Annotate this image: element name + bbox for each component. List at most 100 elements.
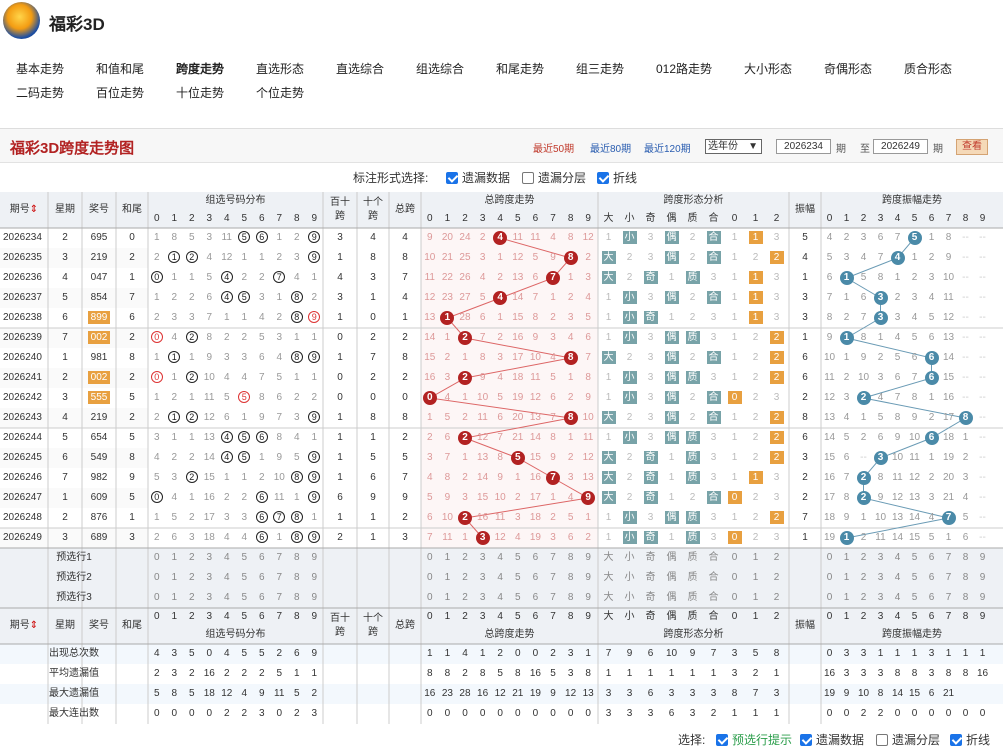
- nav-link-13[interactable]: 百位走势: [96, 84, 144, 101]
- form-cell: 2: [752, 252, 759, 263]
- span-trend-cell: 25: [459, 252, 471, 263]
- amp-trend-cell: 1: [860, 412, 867, 423]
- amp-trend-cell: 12: [942, 312, 955, 323]
- nav-link-0[interactable]: 基本走势: [16, 60, 64, 77]
- range-link-50[interactable]: 最近50期: [533, 140, 574, 155]
- fucai-logo-icon[interactable]: [3, 2, 40, 39]
- nav-link-5[interactable]: 组选综合: [416, 60, 464, 77]
- total-trend-header: 总跨度走势: [484, 195, 535, 206]
- dist-digit-bottom: 8: [293, 611, 300, 622]
- stat-form-cell: 3: [647, 708, 654, 719]
- total-span-cell: 2: [402, 332, 408, 343]
- to-period-input[interactable]: 2026249: [873, 139, 928, 154]
- option-miss-data-bottom[interactable]: 遗漏数据: [800, 731, 864, 748]
- option-line[interactable]: 折线: [597, 169, 637, 186]
- nav-link-2[interactable]: 跨度走势: [176, 60, 224, 77]
- nav-link-3[interactable]: 直选形态: [256, 60, 304, 77]
- span-trend-cell: 1: [427, 412, 433, 423]
- nav-link-14[interactable]: 十位走势: [176, 84, 224, 101]
- dist-cell: 3: [223, 352, 230, 363]
- form-cell: 偶: [664, 391, 679, 404]
- stat-amp-cell: 9: [843, 688, 850, 699]
- stat-dist-cell: 3: [311, 708, 318, 719]
- checkbox-icon[interactable]: [950, 734, 962, 746]
- stat-dist-cell: 5: [258, 648, 265, 659]
- nav-link-8[interactable]: 012路走势: [656, 60, 712, 77]
- amplitude-cell: 2: [802, 492, 808, 503]
- preview-span-cell: 7: [550, 572, 556, 583]
- form-cell: 3: [773, 272, 780, 283]
- nav-link-11[interactable]: 质合形态: [904, 60, 952, 77]
- span-trend-cell: 12: [582, 452, 594, 463]
- dist-cell: 1: [293, 372, 300, 383]
- span-digit-header: 9: [585, 213, 591, 224]
- nav-link-15[interactable]: 个位走势: [256, 84, 304, 101]
- form-cell: 2: [752, 392, 759, 403]
- stat-form-cell: 7: [605, 648, 612, 659]
- nav-link-12[interactable]: 二码走势: [16, 84, 64, 101]
- query-button[interactable]: 查看: [956, 139, 988, 155]
- stat-dist-cell: 12: [221, 688, 233, 699]
- dist-cell: 9: [306, 408, 324, 428]
- form-cell: 3: [647, 512, 654, 523]
- dist-cell: 9: [306, 248, 324, 268]
- form-cell: 合: [706, 491, 721, 504]
- dist-cell: 15: [203, 472, 215, 483]
- stat-span-cell: 0: [497, 708, 503, 719]
- from-period-input[interactable]: 2026234: [776, 139, 831, 154]
- option-preview-hint[interactable]: 预选行提示: [716, 731, 792, 748]
- preview-form-cell: 0: [731, 592, 738, 603]
- year-select[interactable]: 选年份 ▼: [705, 139, 762, 154]
- amp-trend-cell: 2: [860, 532, 867, 543]
- nav-link-1[interactable]: 和值和尾: [96, 60, 144, 77]
- checkbox-icon[interactable]: [597, 172, 609, 184]
- nav-link-7[interactable]: 组三走势: [576, 60, 624, 77]
- dist-cell: 2: [183, 408, 201, 428]
- tail-cell: 0: [129, 232, 135, 243]
- stat-dist-cell: 11: [274, 688, 285, 699]
- form-cell: 质: [685, 331, 700, 344]
- checkbox-icon[interactable]: [716, 734, 728, 746]
- form-cell: 3: [710, 432, 717, 443]
- form-cell: 2: [752, 532, 759, 543]
- dist-cell: 2: [311, 392, 318, 403]
- form-cell: 2: [752, 412, 759, 423]
- nav-link-6[interactable]: 和尾走势: [496, 60, 544, 77]
- dist-cell: 10: [203, 372, 215, 383]
- amp-trend-cell: 6: [923, 348, 940, 368]
- stat-amp-cell: 10: [857, 688, 870, 699]
- option-miss-layer-bottom[interactable]: 遗漏分层: [876, 731, 940, 748]
- tail-cell: 5: [129, 492, 135, 503]
- checkbox-icon[interactable]: [446, 172, 458, 184]
- checkbox-icon[interactable]: [522, 172, 534, 184]
- dist-cell: 1: [188, 492, 195, 503]
- stat-amp-cell: 0: [979, 708, 986, 719]
- nav-link-10[interactable]: 奇偶形态: [824, 60, 872, 77]
- dist-cell: 1: [153, 232, 160, 243]
- amp-trend-cell: 9: [826, 332, 833, 343]
- option-miss-data[interactable]: 遗漏数据: [446, 169, 510, 186]
- option-miss-layer[interactable]: 遗漏分层: [522, 169, 586, 186]
- issue-cell: 2026238: [3, 312, 42, 323]
- span-trend-cell: 16: [424, 372, 436, 383]
- stat-amp-cell: 0: [826, 708, 833, 719]
- amplitude-cell: 2: [802, 392, 808, 403]
- span-trend-cell: 1: [567, 432, 574, 443]
- dist-cell: 2: [188, 512, 195, 523]
- form-cell: 2: [626, 472, 633, 483]
- stat-form-cell: 3: [731, 648, 738, 659]
- amp-trend-cell: 17: [942, 412, 955, 423]
- span-trend-cell: 4: [550, 352, 556, 363]
- stat-span-cell: 5: [550, 668, 556, 679]
- span-trend-cell: 12: [494, 532, 506, 543]
- amp-trend-cell: 11: [892, 472, 903, 483]
- shi-ge-bottom: 十个跨: [363, 613, 383, 638]
- dist-cell: 3: [258, 292, 265, 303]
- nav-link-4[interactable]: 直选综合: [336, 60, 384, 77]
- range-link-120[interactable]: 最近120期: [644, 140, 691, 155]
- checkbox-icon[interactable]: [800, 734, 812, 746]
- checkbox-icon[interactable]: [876, 734, 888, 746]
- nav-link-9[interactable]: 大小形态: [744, 60, 792, 77]
- option-line-bottom[interactable]: 折线: [950, 731, 990, 748]
- range-link-80[interactable]: 最近80期: [590, 140, 631, 155]
